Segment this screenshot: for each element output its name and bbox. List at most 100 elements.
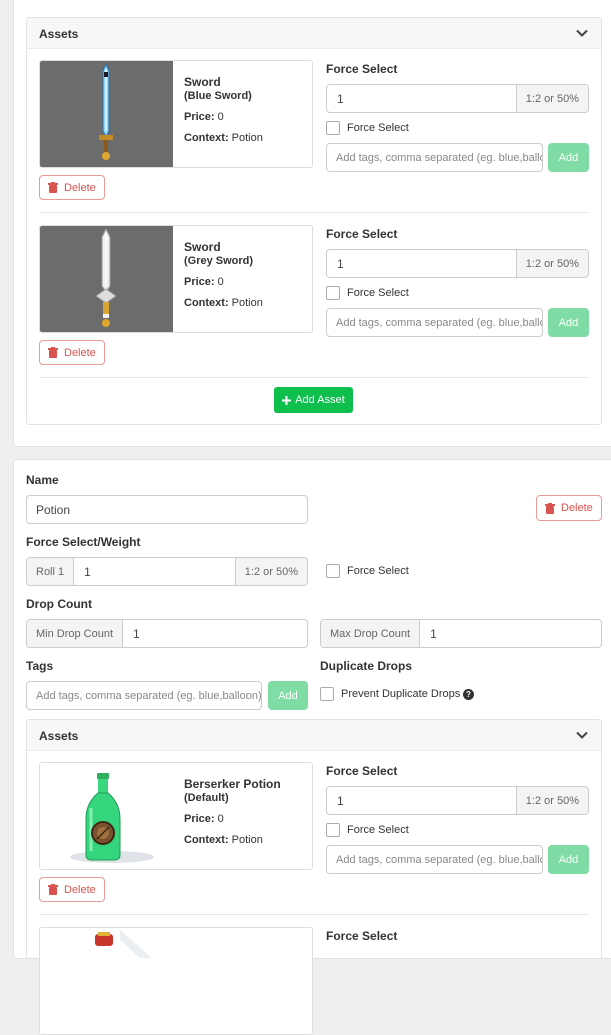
force-select-checkbox[interactable]: Force Select — [326, 286, 409, 300]
asset-variant: (Blue Sword) — [184, 90, 252, 102]
delete-label: Delete — [64, 181, 96, 194]
context-label: Context: — [184, 297, 229, 309]
asset-divider — [39, 377, 589, 378]
force-weight-label: Force Select/Weight — [26, 535, 141, 549]
min-drop-input-group[interactable]: Min Drop Count 1 — [26, 619, 308, 648]
force-select-label: Force Select — [326, 929, 398, 943]
asset-variant: (Default) — [184, 792, 229, 804]
delete-asset-button[interactable]: Delete — [39, 175, 105, 200]
weight-input-group[interactable]: 1 1:2 or 50% — [326, 84, 589, 113]
context-value: Potion — [231, 297, 263, 309]
add-tag-button[interactable]: Add — [548, 308, 589, 337]
chevron-down-icon[interactable] — [575, 26, 589, 40]
potion-image — [40, 763, 173, 869]
asset-card[interactable] — [39, 927, 313, 1035]
name-input[interactable]: Potion — [26, 495, 308, 524]
min-addon: Min Drop Count — [27, 620, 124, 647]
price-value: 0 — [217, 813, 224, 825]
assets-title: Assets — [39, 27, 79, 41]
checkbox-box[interactable] — [326, 823, 340, 837]
tags-label: Tags — [26, 659, 54, 673]
asset-card[interactable]: Sword (Blue Sword) Price: 0 Context: Pot… — [39, 60, 313, 168]
add-tag-button[interactable]: Add — [548, 845, 589, 874]
delete-asset-button[interactable]: Delete — [39, 877, 105, 902]
roll-hint: 1:2 or 50% — [234, 558, 307, 585]
checkbox-box[interactable] — [326, 564, 340, 578]
tags-input[interactable]: Add tags, comma separated (eg. blue,ball… — [326, 143, 543, 172]
assets-panel-header[interactable]: Assets — [27, 18, 601, 49]
add-asset-button[interactable]: Add Asset — [274, 387, 353, 413]
trash-icon — [48, 884, 58, 895]
price-value: 0 — [217, 111, 224, 123]
context-label: Context: — [184, 132, 229, 144]
add-tag-button[interactable]: Add — [268, 681, 308, 710]
weight-input-group[interactable]: 1 1:2 or 50% — [326, 786, 589, 815]
checkbox-label: Force Select — [347, 122, 409, 134]
price-label: Price: — [184, 276, 215, 288]
weight-hint: 1:2 or 50% — [515, 787, 588, 814]
force-select-checkbox[interactable]: Force Select — [326, 823, 409, 837]
trash-icon — [545, 502, 555, 514]
checkbox-box[interactable] — [326, 121, 340, 135]
price-value: 0 — [217, 276, 224, 288]
help-icon[interactable]: ? — [463, 689, 474, 700]
max-drop-input-group[interactable]: Max Drop Count 1 — [320, 619, 602, 648]
plus-icon — [282, 395, 292, 405]
trash-icon — [48, 182, 58, 193]
grey-sword-image — [40, 226, 173, 332]
chevron-down-icon[interactable] — [575, 728, 589, 742]
delete-asset-button[interactable]: Delete — [39, 340, 105, 365]
delete-label: Delete — [64, 346, 96, 359]
asset-variant: (Grey Sword) — [184, 255, 254, 267]
checkbox-box[interactable] — [320, 687, 334, 701]
assets-panel-header[interactable]: Assets — [27, 720, 601, 751]
roll-value[interactable]: 1 — [74, 558, 235, 585]
tags-input[interactable]: Add tags, comma separated (eg. blue,ball… — [326, 308, 543, 337]
context-value: Potion — [231, 132, 263, 144]
blue-sword-image — [40, 61, 173, 167]
drop-count-label: Drop Count — [26, 597, 92, 611]
tags-input[interactable]: Add tags, comma separated (eg. blue,ball… — [26, 681, 262, 710]
weight-value[interactable]: 1 — [327, 787, 516, 814]
max-addon: Max Drop Count — [321, 620, 421, 647]
tags-input[interactable]: Add tags, comma separated (eg. blue,ball… — [326, 845, 543, 874]
duplicate-drops-label: Duplicate Drops — [320, 659, 413, 673]
trash-icon — [48, 347, 58, 358]
force-select-checkbox[interactable]: Force Select — [326, 121, 409, 135]
context-label: Context: — [184, 834, 229, 846]
weight-hint: 1:2 or 50% — [515, 250, 588, 277]
weight-value[interactable]: 1 — [327, 85, 516, 112]
max-value[interactable]: 1 — [420, 620, 601, 647]
context-value: Potion — [231, 834, 263, 846]
checkbox-box[interactable] — [326, 286, 340, 300]
add-tag-button[interactable]: Add — [548, 143, 589, 172]
asset-divider — [39, 212, 589, 213]
delete-label: Delete — [64, 883, 96, 896]
prevent-duplicate-checkbox[interactable]: Prevent Duplicate Drops — [320, 687, 460, 701]
min-value[interactable]: 1 — [123, 620, 307, 647]
force-select-label: Force Select — [326, 227, 398, 241]
asset-name: Sword — [184, 75, 221, 89]
asset-name: Berserker Potion — [184, 777, 281, 791]
delete-label: Delete — [561, 502, 593, 514]
roll-input-group[interactable]: Roll 1 1 1:2 or 50% — [26, 557, 308, 586]
asset-name: Sword — [184, 240, 221, 254]
force-select-checkbox[interactable]: Force Select — [326, 564, 409, 578]
price-label: Price: — [184, 813, 215, 825]
price-label: Price: — [184, 111, 215, 123]
asset-card[interactable]: Sword (Grey Sword) Price: 0 Context: Pot… — [39, 225, 313, 333]
name-label: Name — [26, 473, 59, 487]
checkbox-label: Force Select — [347, 824, 409, 836]
assets-title: Assets — [39, 729, 79, 743]
force-select-label: Force Select — [326, 62, 398, 76]
weight-input-group[interactable]: 1 1:2 or 50% — [326, 249, 589, 278]
checkbox-label: Force Select — [347, 565, 409, 577]
asset-divider — [39, 914, 589, 915]
checkbox-label: Prevent Duplicate Drops — [341, 688, 461, 700]
delete-group-button[interactable]: Delete — [536, 495, 602, 521]
add-asset-label: Add Asset — [295, 394, 345, 406]
weight-value[interactable]: 1 — [327, 250, 516, 277]
checkbox-label: Force Select — [347, 287, 409, 299]
force-select-label: Force Select — [326, 764, 398, 778]
asset-card[interactable]: Berserker Potion (Default) Price: 0 Cont… — [39, 762, 313, 870]
